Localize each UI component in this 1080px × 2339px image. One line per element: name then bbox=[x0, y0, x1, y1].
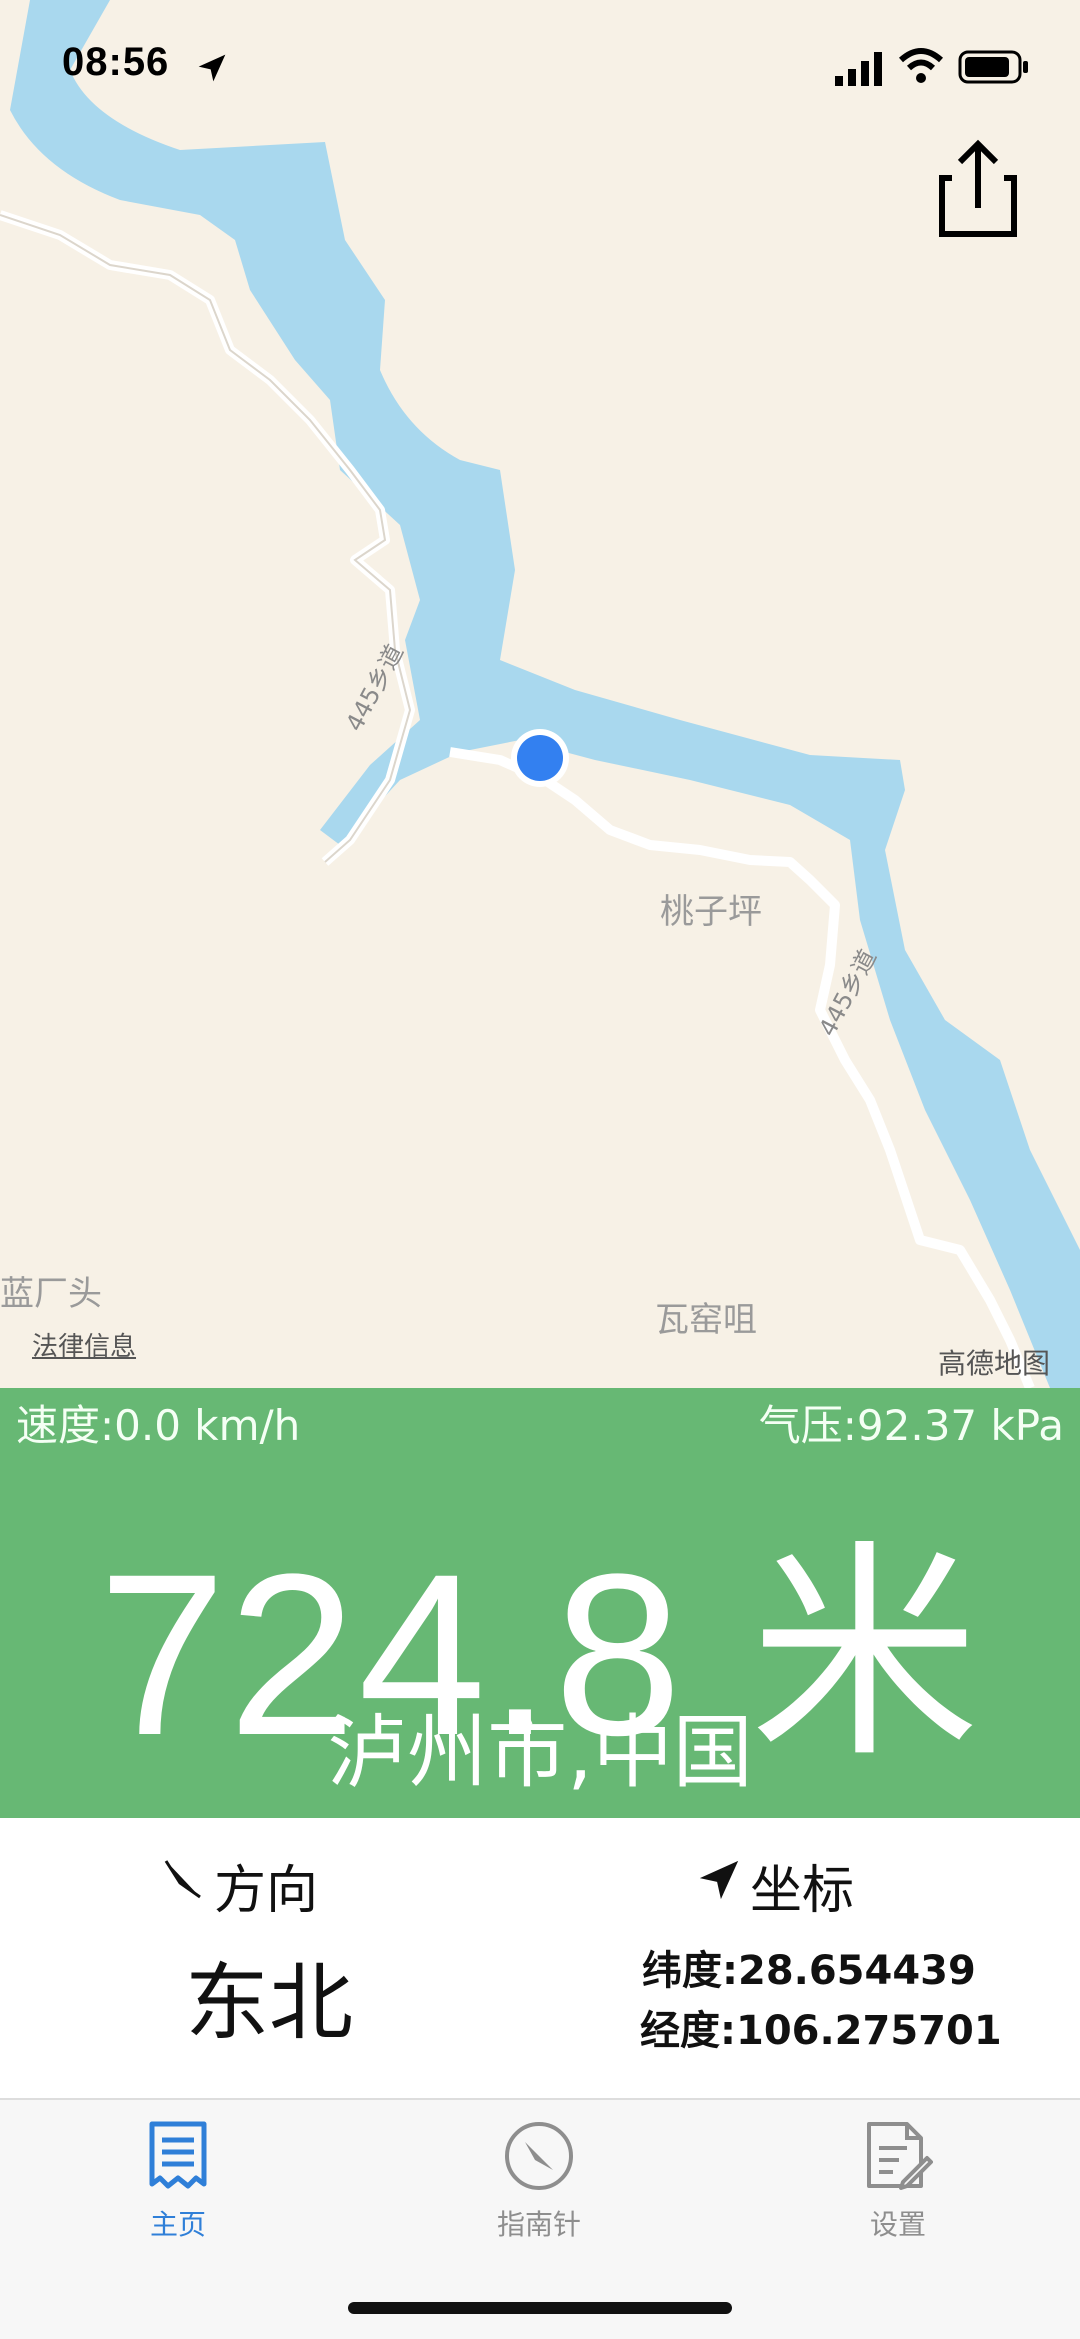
location-arrow-icon bbox=[696, 1856, 742, 1916]
status-time: 08:56 bbox=[62, 40, 170, 84]
tab-settings[interactable]: 设置 bbox=[798, 2120, 998, 2243]
place-label: 桃子坪 bbox=[660, 892, 762, 932]
signal-icon bbox=[835, 52, 887, 91]
coordinate-label: 坐标 bbox=[750, 1861, 855, 1921]
map-provider-logo: 高德地图 bbox=[938, 1347, 1051, 1380]
location-arrow-icon bbox=[196, 52, 228, 89]
legal-info-link[interactable]: 法律信息 bbox=[32, 1326, 136, 1363]
battery-icon bbox=[958, 50, 1030, 89]
compass-icon bbox=[439, 2120, 639, 2197]
city-text: 泸州市,中国 bbox=[327, 1706, 753, 1799]
place-label: 蓝厂头 bbox=[0, 1274, 102, 1314]
current-location-dot bbox=[510, 728, 570, 793]
direction-header: 方向 bbox=[160, 1848, 318, 1923]
place-label: 瓦窑咀 bbox=[655, 1300, 757, 1340]
tab-label: 主页 bbox=[149, 2208, 206, 2241]
tab-label: 设置 bbox=[869, 2208, 926, 2241]
share-button[interactable] bbox=[938, 138, 1018, 243]
home-indicator bbox=[348, 2302, 732, 2314]
altitude-panel: 速度:0.0 km/h 气压:92.37 kPa 724.8 米 泸州市,中国 bbox=[0, 1388, 1080, 1818]
direction-label: 方向 bbox=[214, 1861, 319, 1921]
latitude-text: 纬度:28.654439 bbox=[642, 1948, 976, 1994]
river bbox=[10, 0, 1080, 1388]
map-view[interactable]: 08:56 桃子坪 蓝厂头 瓦窑咀 445乡道 445乡道 法律信息 高德地图 bbox=[0, 0, 1080, 1388]
speed-text: 速度:0.0 km/h bbox=[16, 1401, 301, 1450]
coordinate-header: 坐标 bbox=[696, 1848, 854, 1923]
longitude-text: 经度:106.275701 bbox=[640, 2008, 1002, 2054]
document-icon bbox=[78, 2120, 278, 2197]
settings-doc-icon bbox=[798, 2120, 998, 2197]
direction-value: 东北 bbox=[185, 1954, 354, 2052]
wifi-icon bbox=[898, 48, 944, 89]
info-section: 方向 东北 坐标 纬度:28.654439 经度:106.275701 bbox=[0, 1818, 1080, 2098]
compass-needle-icon bbox=[160, 1856, 206, 1916]
map-canvas bbox=[0, 0, 1080, 1388]
pressure-text: 气压:92.37 kPa bbox=[758, 1401, 1064, 1450]
tab-home[interactable]: 主页 bbox=[78, 2120, 278, 2243]
tab-compass[interactable]: 指南针 bbox=[439, 2120, 639, 2243]
tab-label: 指南针 bbox=[496, 2208, 581, 2241]
